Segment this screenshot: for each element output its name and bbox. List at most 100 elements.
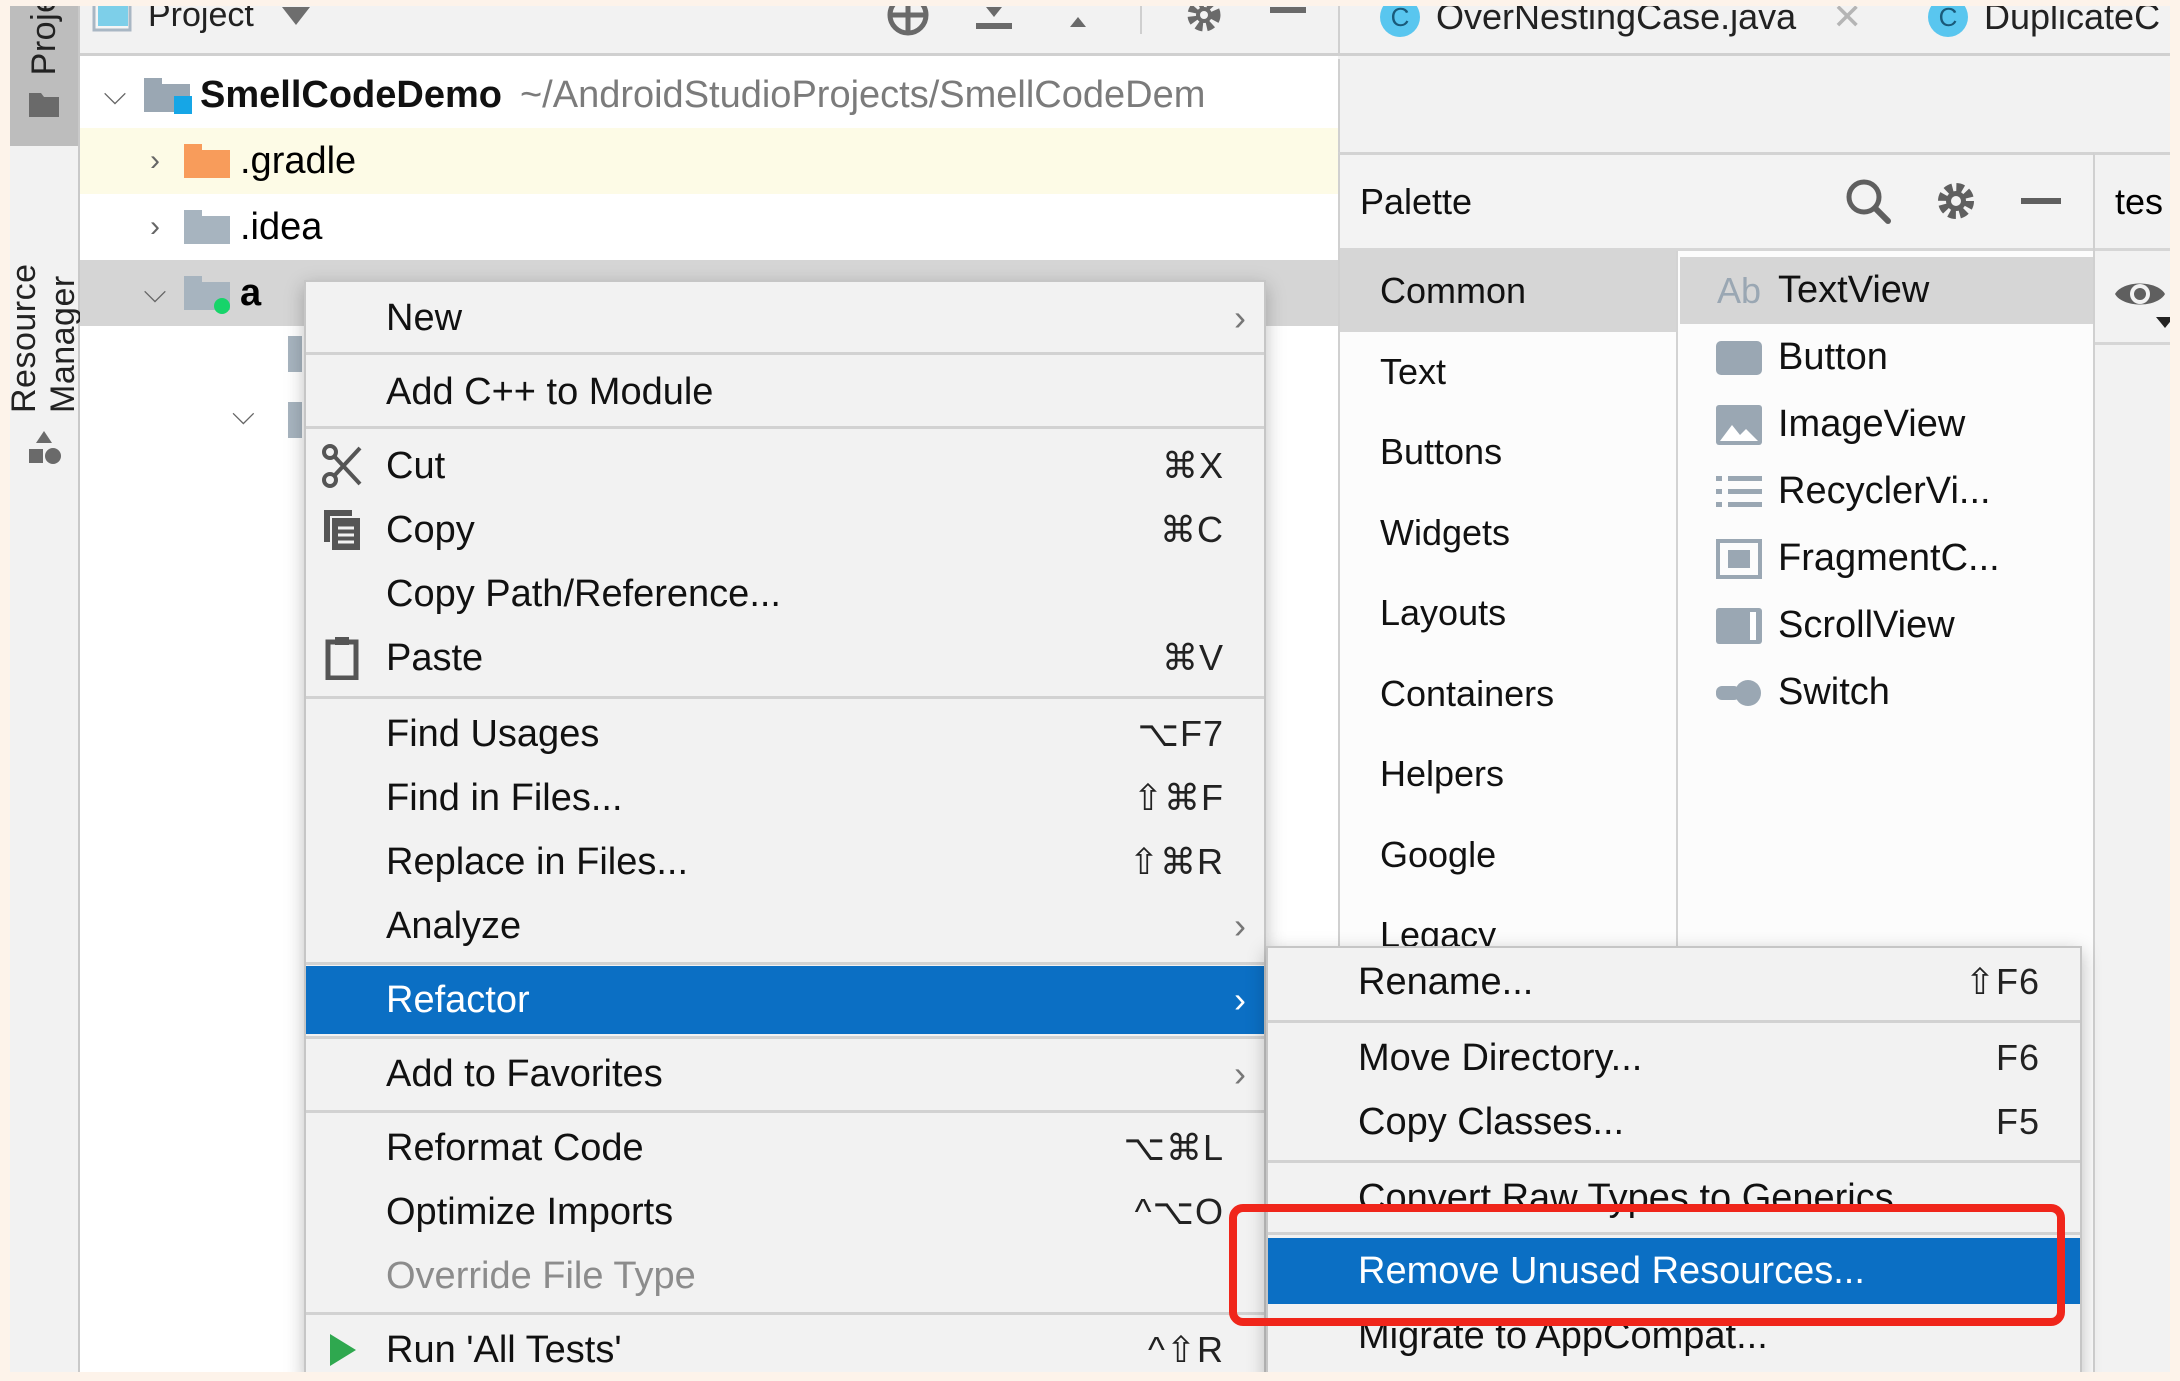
submenu-item-move-directory[interactable]: Move Directory... F6 — [1268, 1026, 2080, 1090]
menu-item-run-all-tests[interactable]: Run 'All Tests' ^⇧R — [306, 1318, 1264, 1372]
chevron-right-icon[interactable]: › — [140, 210, 170, 244]
menu-item-copy-path[interactable]: Copy Path/Reference... — [306, 562, 1264, 626]
menu-item-copy[interactable]: Copy ⌘C — [306, 498, 1264, 562]
menu-item-analyze[interactable]: Analyze › — [306, 894, 1264, 958]
editor-tab-overnestingcase[interactable]: C OverNestingCase.java ✕ — [1380, 6, 1862, 42]
submenu-item-rename[interactable]: Rename... ⇧F6 — [1268, 950, 2080, 1014]
menu-item-new[interactable]: New › — [306, 286, 1264, 350]
shapes-icon — [25, 429, 63, 472]
close-icon[interactable]: ✕ — [1832, 6, 1862, 38]
class-icon: C — [1928, 6, 1968, 37]
menu-item-shortcut: ⌥⌘L — [1123, 1127, 1224, 1168]
palette-category[interactable]: Helpers — [1340, 734, 1676, 815]
palette-category[interactable]: Buttons — [1340, 412, 1676, 493]
menu-separator — [1268, 1160, 2080, 1163]
palette-item-fragmentcontainerview[interactable]: FragmentC... — [1680, 525, 2093, 592]
expand-all-icon[interactable] — [972, 6, 1016, 42]
minimize-icon[interactable] — [2019, 179, 2063, 228]
gear-icon[interactable] — [1182, 6, 1226, 42]
menu-item-label: Analyze — [386, 904, 522, 947]
palette-item-button[interactable]: Button — [1680, 324, 2093, 391]
palette-category[interactable]: Text — [1340, 332, 1676, 413]
tree-item-name: a — [240, 271, 262, 314]
palette-item-switch[interactable]: Switch — [1680, 659, 2093, 726]
menu-item-add-cpp[interactable]: Add C++ to Module — [306, 360, 1264, 424]
editor-tab-bar: C OverNestingCase.java ✕ C DuplicateC — [1338, 6, 2170, 56]
menu-separator — [306, 1312, 1264, 1315]
chevron-down-icon[interactable] — [281, 6, 310, 25]
fragment-icon — [1716, 538, 1762, 579]
tree-row-root[interactable]: ⌵ SmellCodeDemo ~/AndroidStudioProjects/… — [80, 62, 1338, 128]
palette-item-label: RecyclerVi... — [1778, 470, 1991, 512]
menu-item-label: New — [386, 296, 463, 339]
menu-item-label: Remove Unused Resources... — [1358, 1249, 1865, 1292]
tree-row-gradle[interactable]: › .gradle — [80, 128, 1338, 194]
locate-icon[interactable] — [884, 6, 932, 44]
palette-header: Palette — [1340, 155, 2093, 251]
gear-icon[interactable] — [1933, 178, 1979, 229]
folder-icon — [184, 210, 230, 244]
submenu-item-remove-unused-resources[interactable]: Remove Unused Resources... — [1268, 1238, 2080, 1304]
menu-item-find-in-files[interactable]: Find in Files... ⇧⌘F — [306, 766, 1264, 830]
palette-category[interactable]: Layouts — [1340, 573, 1676, 654]
menu-item-label: Copy Path/Reference... — [386, 572, 781, 615]
menu-item-shortcut: ⌘V — [1161, 637, 1224, 678]
palette-item-imageview[interactable]: ImageView — [1680, 391, 2093, 458]
submenu-item-convert-raw-types[interactable]: Convert Raw Types to Generics — [1268, 1166, 2080, 1230]
menu-item-label: Rename... — [1358, 960, 1534, 1003]
menu-item-replace-in-files[interactable]: Replace in Files... ⇧⌘R — [306, 830, 1264, 894]
chevron-right-icon: › — [1234, 1053, 1246, 1094]
tool-tab-project[interactable]: Project — [10, 6, 78, 146]
search-icon[interactable] — [1843, 176, 1893, 231]
menu-item-label: Optimize Imports — [386, 1190, 674, 1233]
submenu-item-migrate-to-appcompat[interactable]: Migrate to AppCompat... — [1268, 1304, 2080, 1368]
hide-icon[interactable] — [1266, 6, 1310, 42]
palette-item-scrollview[interactable]: ScrollView — [1680, 592, 2093, 659]
menu-item-cut[interactable]: Cut ⌘X — [306, 434, 1264, 498]
editor-tab-duplicate[interactable]: C DuplicateC — [1928, 6, 2160, 42]
menu-item-optimize-imports[interactable]: Optimize Imports ^⌥O — [306, 1180, 1264, 1244]
palette-category[interactable]: Widgets — [1340, 493, 1676, 574]
project-view-selector[interactable]: Project — [148, 6, 254, 35]
chevron-down-icon[interactable] — [2156, 317, 2170, 328]
palette-item-recyclerview[interactable]: RecyclerVi... — [1680, 458, 2093, 525]
menu-item-label: Convert Raw Types to Generics — [1358, 1176, 1894, 1219]
menu-item-label: Replace in Files... — [386, 840, 689, 883]
menu-item-reformat-code[interactable]: Reformat Code ⌥⌘L — [306, 1116, 1264, 1180]
editor-tab-label: OverNestingCase.java — [1436, 6, 1797, 37]
chevron-down-icon[interactable]: ⌵ — [232, 398, 255, 432]
menu-item-label: Override File Type — [386, 1254, 696, 1297]
menu-separator — [306, 1036, 1264, 1039]
menu-item-label: Find in Files... — [386, 776, 623, 819]
menu-item-shortcut: F5 — [1995, 1101, 2040, 1142]
tree-item-name: .idea — [240, 205, 323, 248]
chevron-right-icon[interactable]: › — [140, 144, 170, 178]
menu-item-label: Migrate to AppCompat... — [1358, 1314, 1768, 1357]
tree-row-idea[interactable]: › .idea — [80, 194, 1338, 260]
menu-item-label: Copy — [386, 508, 475, 551]
menu-item-paste[interactable]: Paste ⌘V — [306, 626, 1264, 690]
chevron-down-icon[interactable]: ⌵ — [100, 78, 130, 112]
palette-category[interactable]: Common — [1340, 251, 1676, 332]
module-folder-icon — [184, 276, 230, 314]
chevron-right-icon: › — [1234, 905, 1246, 946]
menu-item-add-to-favorites[interactable]: Add to Favorites › — [306, 1042, 1264, 1106]
palette-category[interactable]: Google — [1340, 815, 1676, 896]
chevron-down-icon[interactable]: ⌵ — [140, 276, 170, 310]
menu-item-find-usages[interactable]: Find Usages ⌥F7 — [306, 702, 1264, 766]
collapse-all-icon[interactable] — [1056, 6, 1100, 42]
folder-icon — [27, 91, 61, 124]
palette-item-textview[interactable]: Ab TextView — [1680, 257, 2093, 324]
switch-icon — [1716, 673, 1762, 713]
palette-item-label: TextView — [1778, 269, 1930, 311]
palette-item-label: FragmentC... — [1778, 537, 2000, 579]
menu-item-shortcut: ⌘X — [1161, 445, 1224, 486]
folder-icon — [288, 336, 302, 372]
clipboard-icon — [318, 634, 366, 682]
tool-tab-resource-manager[interactable]: Resource Manager — [10, 172, 82, 472]
palette-category[interactable]: Containers — [1340, 654, 1676, 735]
submenu-item-copy-classes[interactable]: Copy Classes... F5 — [1268, 1090, 2080, 1154]
menu-item-label: Move Directory... — [1358, 1036, 1643, 1079]
menu-item-refactor[interactable]: Refactor › — [306, 966, 1264, 1034]
visibility-toggle[interactable] — [2095, 251, 2170, 345]
